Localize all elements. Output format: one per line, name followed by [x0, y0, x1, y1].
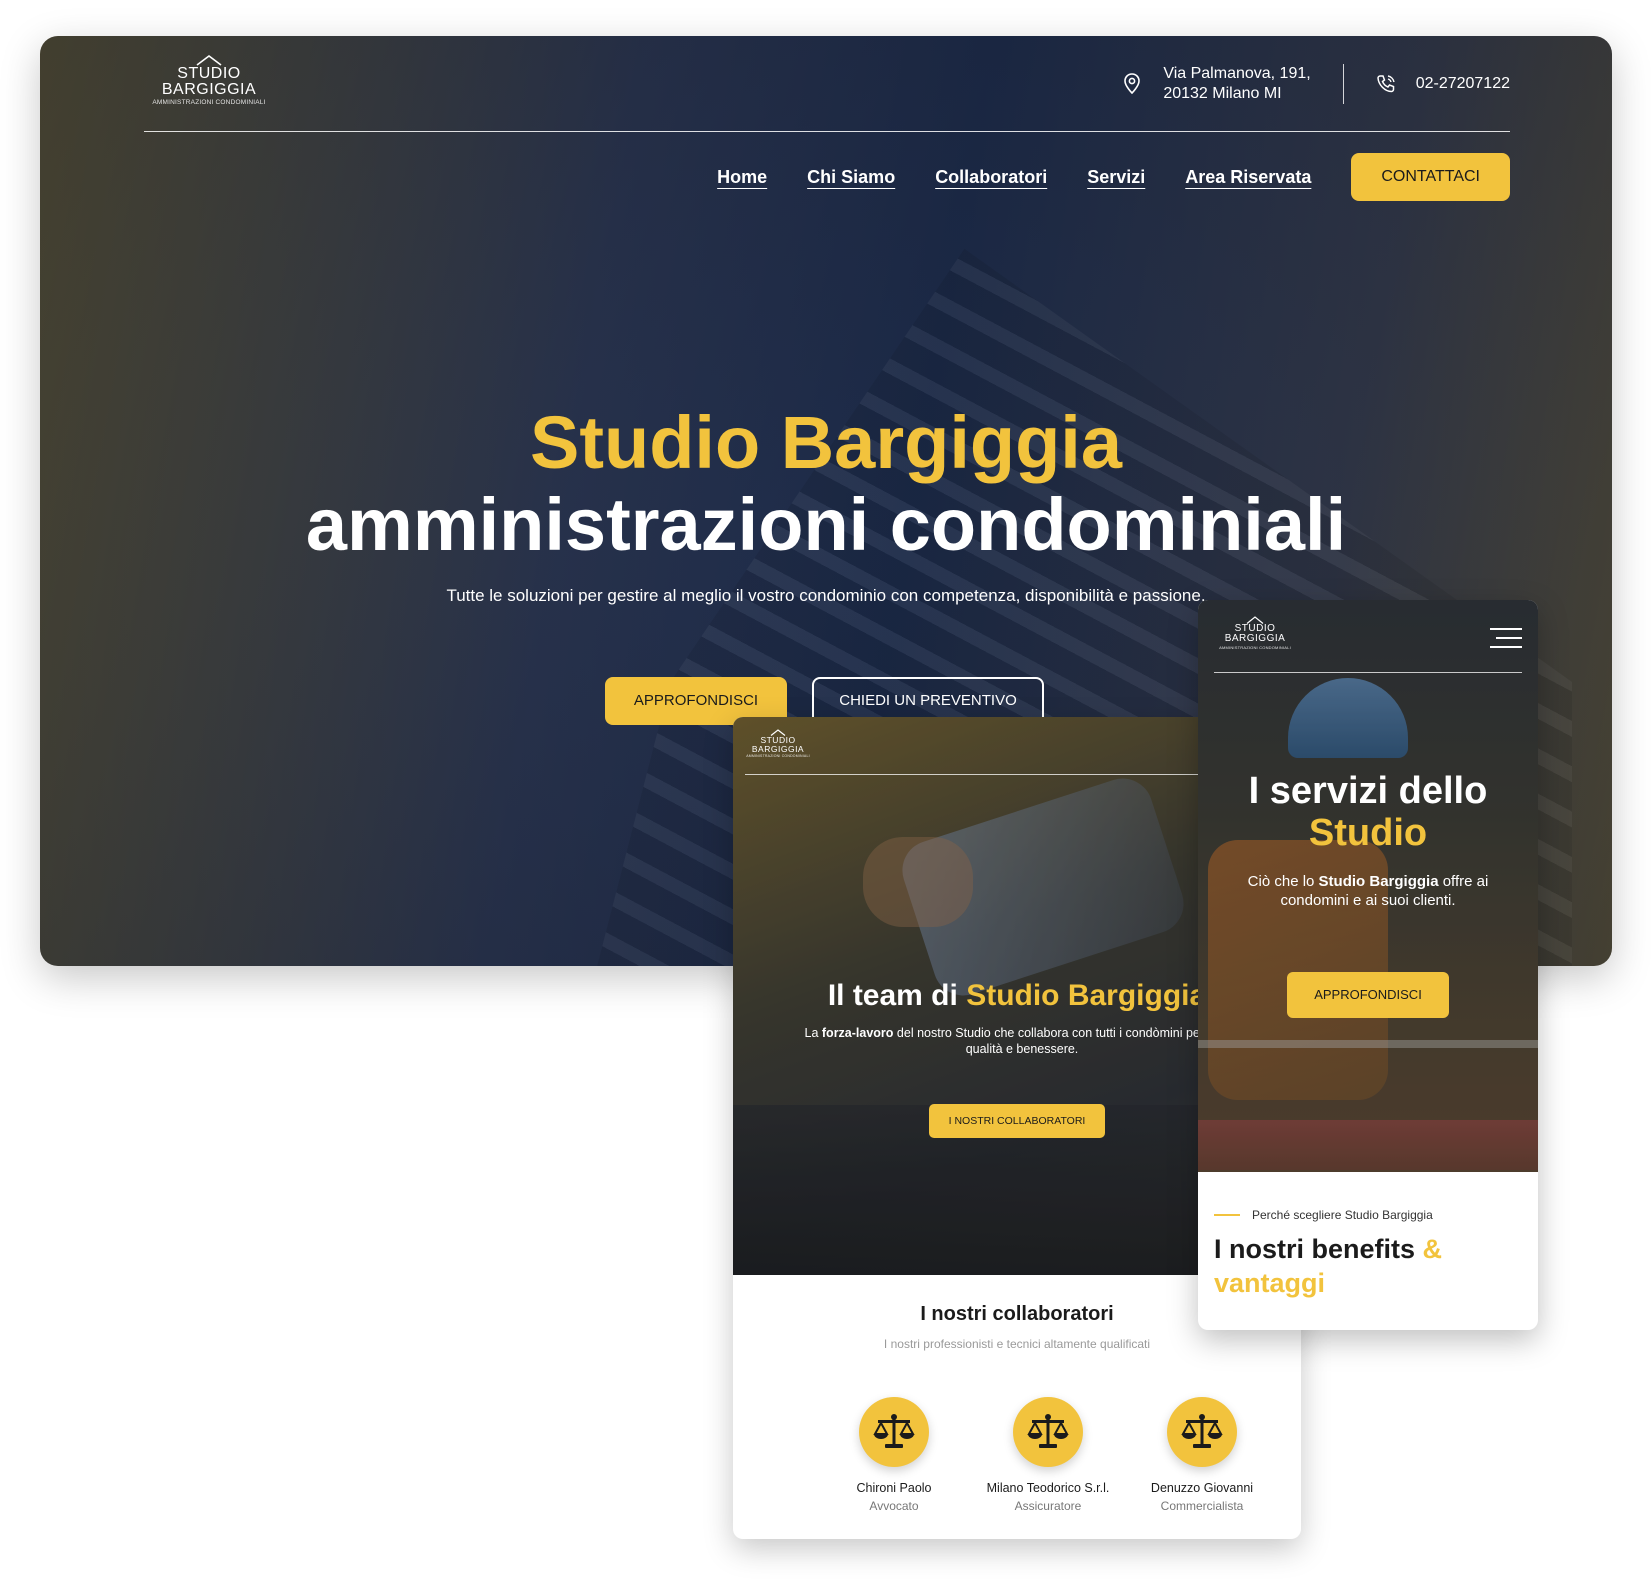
mobile-servizi-mockup: STUDIO BARGIGGIA AMMINISTRAZIONI CONDOMI… [1198, 600, 1538, 1330]
collaboratore-card[interactable]: Milano Teodorico S.r.l. Assicuratore [971, 1397, 1125, 1513]
collaboratori-section-subtitle: I nostri professionisti e tecnici altame… [883, 1337, 1151, 1351]
address-line-1: Via Palmanova, 191, [1163, 65, 1311, 82]
collaboratore-role: Assicuratore [1014, 1499, 1082, 1513]
scales-icon [859, 1397, 929, 1467]
collaboratore-card[interactable]: Denuzzo Giovanni Commercialista [1125, 1397, 1279, 1513]
benefits-heading-line-2: vantaggi [1214, 1268, 1326, 1298]
hero-title-main: amministrazioni condominiali [305, 483, 1347, 566]
collaboratore-card[interactable]: Chironi Paolo Avvocato [817, 1397, 971, 1513]
servizi-title: I servizi dello Studio [1198, 770, 1538, 854]
scales-icon [1167, 1397, 1237, 1467]
collaboratore-name: Milano Teodorico S.r.l. [986, 1481, 1110, 1495]
team-desc-bold: forza-lavoro [821, 1026, 894, 1040]
collaboratore-role: Commercialista [1160, 1499, 1244, 1513]
benefits-heading-pre: I nostri benefits [1214, 1234, 1423, 1264]
nav-chi-siamo[interactable]: Chi Siamo [807, 167, 895, 188]
servizi-desc-post: offre ai [1438, 873, 1489, 890]
servizi-description: Ciò che lo Studio Bargiggia offre ai con… [1198, 872, 1538, 910]
phone-block[interactable]: 02-27207122 [1376, 74, 1510, 94]
benefits-kicker: Perché scegliere Studio Bargiggia [1214, 1208, 1433, 1222]
hero-title-brand: Studio Bargiggia [530, 401, 1122, 484]
collaboratore-name: Chironi Paolo [856, 1481, 932, 1495]
hamburger-menu-icon[interactable] [1490, 628, 1522, 648]
servizi-desc-line-2: condomini e ai suoi clienti. [1280, 892, 1456, 909]
logo-tagline: AMMINISTRAZIONI CONDOMINIALI [152, 99, 266, 106]
logo-tagline: AMMINISTRAZIONI CONDOMINIALI [746, 754, 810, 758]
servizi-desc-pre: Ciò che lo [1247, 873, 1319, 890]
site-logo[interactable]: STUDIO BARGIGGIA AMMINISTRAZIONI CONDOMI… [743, 729, 813, 759]
nostri-collaboratori-button[interactable]: I NOSTRI COLLABORATORI [929, 1104, 1105, 1138]
servizi-title-line-1: I servizi dello [1248, 770, 1488, 812]
team-title-prefix: Il team di [827, 979, 967, 1012]
team-desc-post: del nostro Studio che collabora con tutt… [893, 1026, 1240, 1040]
main-nav: Home Chi Siamo Collaboratori Servizi Are… [717, 153, 1510, 201]
logo-tagline: AMMINISTRAZIONI CONDOMINIALI [1219, 645, 1291, 650]
approfondisci-button[interactable]: APPROFONDISCI [1287, 972, 1449, 1018]
collaboratori-list: Chironi Paolo Avvocato Milano Teodorico … [817, 1397, 1279, 1513]
collaboratore-role: Avvocato [869, 1499, 919, 1513]
location-pin-icon [1124, 73, 1141, 95]
servizi-desc-bold: Studio Bargiggia [1318, 873, 1439, 890]
team-desc-pre: La [804, 1026, 822, 1040]
benefits-heading: I nostri benefits & vantaggi [1214, 1232, 1442, 1300]
hero-title: Studio Bargiggia amministrazioni condomi… [40, 406, 1612, 562]
logo-line-2: BARGIGGIA [1224, 633, 1286, 644]
team-title-highlight: Studio Bargiggia [966, 979, 1207, 1012]
phone-number[interactable]: 02-27207122 [1416, 75, 1510, 93]
site-logo[interactable]: STUDIO BARGIGGIA AMMINISTRAZIONI CONDOMI… [1212, 616, 1298, 650]
nav-collaboratori[interactable]: Collaboratori [935, 167, 1047, 188]
benefits-heading-amp: & [1422, 1234, 1443, 1264]
scales-icon [1013, 1397, 1083, 1467]
phone-icon [1376, 75, 1395, 93]
servizi-title-line-2: Studio [1308, 812, 1428, 854]
nav-servizi[interactable]: Servizi [1087, 167, 1145, 188]
nav-area-riservata[interactable]: Area Riservata [1185, 167, 1311, 188]
collaboratore-name: Denuzzo Giovanni [1150, 1481, 1254, 1495]
header-rule [1214, 672, 1522, 673]
kicker-dash [1214, 1214, 1240, 1216]
divider [1342, 64, 1344, 104]
benefits-kicker-text: Perché scegliere Studio Bargiggia [1252, 1208, 1433, 1222]
address-line-2: 20132 Milano MI [1163, 85, 1282, 102]
logo-line-1: STUDIO [177, 65, 241, 82]
address-block: Via Palmanova, 191, 20132 Milano MI [1123, 64, 1311, 104]
logo-line-2: BARGIGGIA [751, 743, 805, 754]
site-logo[interactable]: STUDIO BARGIGGIA AMMINISTRAZIONI CONDOMI… [144, 54, 274, 107]
header-contact: Via Palmanova, 191, 20132 Milano MI 02-2… [1123, 64, 1510, 104]
header-rule [144, 131, 1510, 132]
contattaci-button[interactable]: CONTATTACI [1351, 153, 1510, 201]
logo-line-2: BARGIGGIA [161, 81, 257, 98]
nav-home[interactable]: Home [717, 167, 767, 188]
